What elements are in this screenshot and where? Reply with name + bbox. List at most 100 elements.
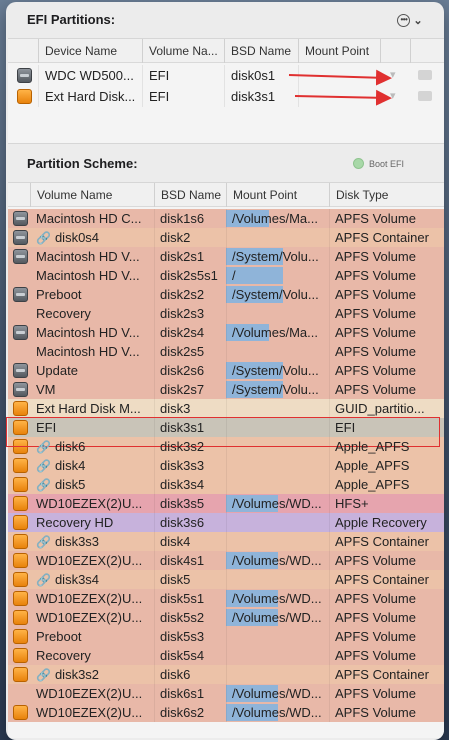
mount-point-cell-text: /Volumes/WD... — [232, 591, 322, 606]
column-divider — [154, 399, 155, 418]
column-divider — [329, 228, 330, 247]
disk-type-cell-text: APFS Container — [335, 572, 429, 587]
volume-name-cell: Recovery — [30, 646, 154, 665]
column-mount-point[interactable]: Mount Point — [298, 39, 380, 63]
column-divider — [226, 589, 227, 608]
partition-row[interactable]: 🔗 disk5 disk3s4 Apple_APFS — [8, 475, 444, 494]
disk-type-cell-text: APFS Volume — [335, 344, 416, 359]
column-divider — [329, 646, 330, 665]
column-device-name[interactable]: Device Name — [38, 39, 142, 63]
disk-type-cell-text: APFS Volume — [335, 325, 416, 340]
bsd-name-cell: disk3s5 — [154, 494, 226, 513]
folder-icon[interactable] — [418, 91, 432, 101]
partition-row[interactable]: WD10EZEX(2)U... disk6s1/Volumes/WD... APFS… — [8, 684, 444, 703]
partition-row[interactable]: Preboot disk2s2/System/Volu... APFS Volume — [8, 285, 444, 304]
mount-point-cell: /Volumes/WD... — [226, 589, 329, 608]
volume-name-cell: 🔗 disk3s2 — [30, 665, 154, 684]
column-bsd-name[interactable]: BSD Name — [224, 39, 298, 63]
mount-icon[interactable]: ▾ — [390, 69, 402, 81]
volume-name-cell-text: WD10EZEX(2)U... — [36, 686, 143, 701]
volume-name-cell-text: EFI — [36, 420, 57, 435]
bsd-name-cell: disk5 — [154, 570, 226, 589]
volume-name-cell-text: Ext Hard Disk M... — [36, 401, 141, 416]
partition-row[interactable]: WD10EZEX(2)U... disk3s5/Volumes/WD... HFS+ — [8, 494, 444, 513]
disk-type-cell-text: APFS Volume — [335, 306, 416, 321]
mount-point-cell-text: /Volumes/Ma... — [232, 211, 318, 226]
internal-disk-icon — [17, 68, 32, 83]
partition-row[interactable]: WD10EZEX(2)U... disk6s2/Volumes/WD... APFS… — [8, 703, 444, 722]
column-volume-name[interactable]: Volume Name — [30, 183, 154, 207]
partition-row[interactable]: Macintosh HD C... disk1s6/Volumes/Ma... AP… — [8, 209, 444, 228]
partition-row[interactable]: 🔗 disk4 disk3s3 Apple_APFS — [8, 456, 444, 475]
external-disk-icon — [13, 667, 28, 682]
column-divider — [154, 627, 155, 646]
column-bsd-name[interactable]: BSD Name — [154, 183, 226, 207]
partition-row[interactable]: VM disk2s7/System/Volu... APFS Volume — [8, 380, 444, 399]
bsd-name-cell: disk4 — [154, 532, 226, 551]
mount-point-cell: /Volumes/WD... — [226, 494, 329, 513]
column-divider — [154, 285, 155, 304]
column-divider — [226, 304, 227, 323]
column-divider — [154, 247, 155, 266]
partition-row[interactable]: Recovery disk5s4 APFS Volume — [8, 646, 444, 665]
partition-row[interactable]: Macintosh HD V... disk2s4/Volumes/Ma... AP… — [8, 323, 444, 342]
options-menu-button[interactable]: ••• ⌄ — [394, 11, 426, 29]
column-disk-type[interactable]: Disk Type — [329, 183, 444, 207]
column-mount-point[interactable]: Mount Point — [226, 183, 329, 207]
partition-row[interactable]: 🔗 disk0s4 disk2 APFS Container — [8, 228, 444, 247]
link-icon: 🔗 — [36, 573, 51, 587]
disk-type-cell-text: Apple_APFS — [335, 439, 410, 454]
partition-row[interactable]: Recovery HD disk3s6 Apple Recovery — [8, 513, 444, 532]
partition-row[interactable]: EFI disk3s1 EFI — [8, 418, 444, 437]
partition-row[interactable]: WD10EZEX(2)U... disk4s1/Volumes/WD... APFS… — [8, 551, 444, 570]
partition-row[interactable]: 🔗 disk6 disk3s2 Apple_APFS — [8, 437, 444, 456]
bsd-name-cell-text: disk3 — [160, 401, 191, 416]
volume-name-cell-text: disk3s3 — [54, 534, 100, 549]
volume-name-cell: Macintosh HD C... — [30, 209, 154, 228]
disk-type-cell: APFS Volume — [329, 247, 444, 266]
internal-disk-icon — [13, 325, 28, 340]
disk-type-cell: APFS Container — [329, 228, 444, 247]
folder-icon[interactable] — [418, 70, 432, 80]
volume-name-cell: EFI — [142, 65, 224, 86]
column-divider — [329, 266, 330, 285]
link-icon: 🔗 — [36, 478, 51, 492]
partition-row[interactable]: Recovery disk2s3 APFS Volume — [8, 304, 444, 323]
partition-row[interactable]: Update disk2s6/System/Volu... APFS Volume — [8, 361, 444, 380]
efi-partition-row[interactable]: Ext Hard Disk... EFI disk3s1 ▾ — [8, 86, 444, 107]
bsd-name-cell: disk2s7 — [154, 380, 226, 399]
disk-type-cell-text: GUID_partitio... — [335, 401, 425, 416]
column-divider — [226, 665, 227, 684]
partition-row[interactable]: 🔗 disk3s4 disk5 APFS Container — [8, 570, 444, 589]
column-divider — [329, 494, 330, 513]
partition-row[interactable]: Preboot disk5s3 APFS Volume — [8, 627, 444, 646]
bsd-name-cell-text: disk5s4 — [160, 648, 205, 663]
column-divider — [329, 247, 330, 266]
disk-type-cell-text: APFS Volume — [335, 287, 416, 302]
column-volume-name[interactable]: Volume Na... — [142, 39, 224, 63]
bsd-name-cell-text: disk4 — [160, 534, 191, 549]
bsd-name-cell-text: disk6 — [160, 667, 191, 682]
partition-row[interactable]: WD10EZEX(2)U... disk5s2/Volumes/WD... APFS… — [8, 608, 444, 627]
partition-row[interactable]: Macintosh HD V... disk2s5s1 / APFS Volume — [8, 266, 444, 285]
partition-row[interactable]: Macintosh HD V... disk2s1/System/Volu... A… — [8, 247, 444, 266]
mount-icon[interactable]: ▾ — [390, 90, 402, 102]
column-divider — [329, 627, 330, 646]
partition-row[interactable]: Ext Hard Disk M... disk3 GUID_partitio... — [8, 399, 444, 418]
disk-type-cell: APFS Volume — [329, 304, 444, 323]
partition-row[interactable]: Macintosh HD V... disk2s5 APFS Volume — [8, 342, 444, 361]
mount-point-cell — [226, 475, 329, 494]
link-icon: 🔗 — [36, 440, 51, 454]
ellipsis-icon: ••• — [397, 13, 411, 27]
column-divider — [329, 703, 330, 722]
efi-partition-row[interactable]: WDC WD500... EFI disk0s1 ▾ — [8, 65, 444, 86]
partition-row[interactable]: WD10EZEX(2)U... disk5s1/Volumes/WD... APFS… — [8, 589, 444, 608]
column-divider — [329, 418, 330, 437]
partition-row[interactable]: 🔗 disk3s2 disk6 APFS Container — [8, 665, 444, 684]
volume-name-cell-text: VM — [36, 382, 56, 397]
bsd-name-cell: disk2s6 — [154, 361, 226, 380]
external-disk-icon — [13, 705, 28, 720]
partition-row[interactable]: 🔗 disk3s3 disk4 APFS Container — [8, 532, 444, 551]
external-disk-icon — [13, 439, 28, 454]
disk-type-cell: APFS Container — [329, 570, 444, 589]
